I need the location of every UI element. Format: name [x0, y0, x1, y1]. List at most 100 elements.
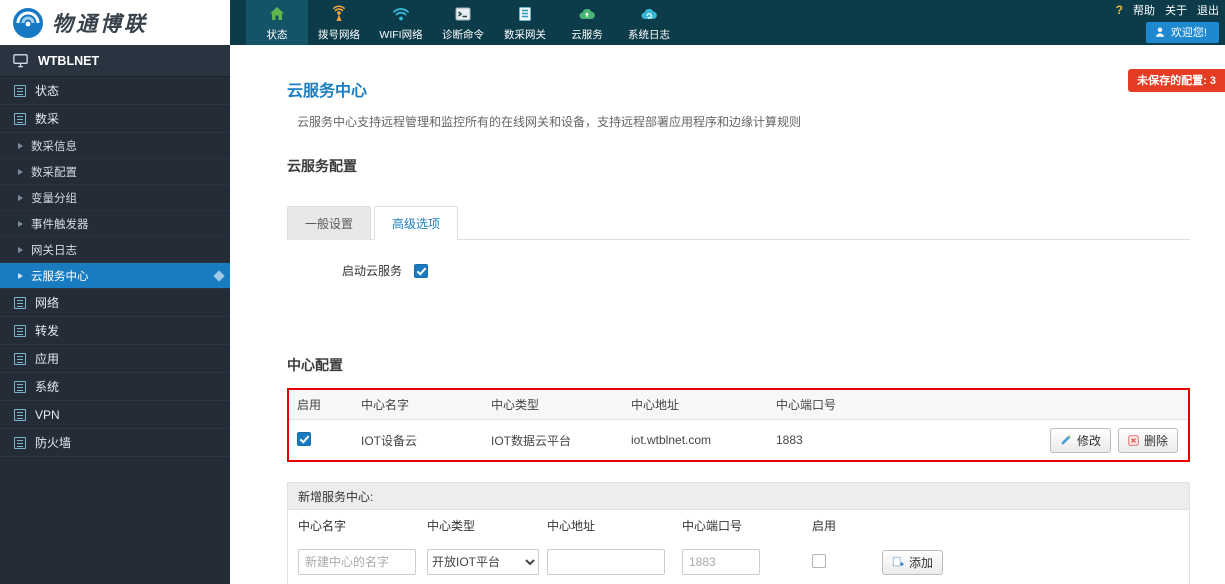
- center-table-header-row: 启用 中心名字 中心类型 中心地址 中心端口号: [289, 390, 1188, 420]
- nav-item-label: 数采网关: [504, 27, 546, 42]
- tab-advanced-options[interactable]: 高级选项: [374, 206, 458, 240]
- pencil-icon: [1060, 434, 1072, 446]
- sidebar-item-cloud-service-center[interactable]: 云服务中心: [0, 263, 230, 289]
- gateway-icon: [515, 4, 535, 24]
- about-link[interactable]: 关于: [1165, 2, 1187, 18]
- sidebar-item-status[interactable]: 状态: [0, 77, 230, 105]
- caret-right-icon: [18, 247, 23, 253]
- list-icon: [14, 409, 26, 421]
- new-center-enable-checkbox[interactable]: [812, 554, 826, 568]
- row-enable-checkbox[interactable]: [297, 432, 311, 446]
- sidebar-item-network[interactable]: 网络: [0, 289, 230, 317]
- nav-item-label: 云服务: [571, 27, 603, 42]
- add-center-title: 新增服务中心:: [288, 482, 1189, 510]
- sidebar-item-label: 数采: [35, 110, 59, 127]
- edit-button-label: 修改: [1077, 432, 1101, 449]
- sidebar-item-label: 网络: [35, 294, 59, 311]
- new-center-address-input[interactable]: [547, 549, 665, 575]
- delete-button-label: 删除: [1144, 432, 1168, 449]
- unsaved-config-badge[interactable]: 未保存的配置: 3: [1128, 69, 1225, 92]
- terminal-icon: [453, 4, 473, 24]
- list-icon: [14, 325, 26, 337]
- sidebar-item-label: VPN: [35, 408, 60, 422]
- nav-item-system-log[interactable]: 系统日志: [618, 0, 680, 45]
- sidebar-item-label: 数采配置: [31, 164, 77, 180]
- caret-right-icon: [18, 221, 23, 227]
- dial-network-icon: [329, 4, 349, 24]
- sidebar-item-firewall[interactable]: 防火墙: [0, 429, 230, 457]
- add-label-enable: 启用: [812, 517, 882, 534]
- nav-item-label: 系统日志: [628, 27, 670, 42]
- sidebar-item-system[interactable]: 系统: [0, 373, 230, 401]
- col-header-type: 中心类型: [491, 396, 631, 413]
- sidebar-item-variable-group[interactable]: 变量分组: [0, 185, 230, 211]
- sidebar-item-data-info[interactable]: 数采信息: [0, 133, 230, 159]
- sidebar-item-label: 事件触发器: [31, 216, 89, 232]
- add-center-labels-row: 中心名字 中心类型 中心地址 中心端口号 启用: [288, 510, 1189, 540]
- caret-right-icon: [18, 195, 23, 201]
- tab-general-settings[interactable]: 一般设置: [287, 206, 371, 240]
- sidebar-item-application[interactable]: 应用: [0, 345, 230, 373]
- list-icon: [14, 85, 26, 97]
- col-header-port: 中心端口号: [776, 396, 1178, 413]
- sidebar-item-label: 转发: [35, 322, 59, 339]
- page-title: 云服务中心: [287, 77, 1190, 101]
- sidebar-item-event-trigger[interactable]: 事件触发器: [0, 211, 230, 237]
- sidebar-item-label: 变量分组: [31, 190, 77, 206]
- welcome-badge[interactable]: 欢迎您!: [1146, 22, 1219, 43]
- brand-name: 物通博联: [52, 8, 148, 38]
- help-question-icon: ?: [1116, 3, 1123, 17]
- list-icon: [14, 113, 26, 125]
- monitor-icon: [12, 52, 29, 69]
- delete-x-icon: [1128, 435, 1139, 446]
- sidebar-item-data-collection[interactable]: 数采: [0, 105, 230, 133]
- cloud-config-section-title: 云服务配置: [287, 156, 1190, 176]
- nav-item-label: 诊断命令: [442, 27, 484, 42]
- add-button[interactable]: 添加: [882, 550, 943, 575]
- nav-item-diagnostic-command[interactable]: 诊断命令: [432, 0, 494, 45]
- top-header: 物通博联 状态 拨号网络 WIFI网络 诊断命令: [0, 0, 1225, 45]
- sidebar-item-vpn[interactable]: VPN: [0, 401, 230, 429]
- nav-item-data-gateway[interactable]: 数采网关: [494, 0, 556, 45]
- sidebar-item-label: 数采信息: [31, 138, 77, 154]
- nav-item-dial-network[interactable]: 拨号网络: [308, 0, 370, 45]
- help-link[interactable]: 帮助: [1133, 2, 1155, 18]
- row-center-name: IOT设备云: [361, 432, 491, 449]
- header-links: ? 帮助 关于 退出: [1116, 2, 1219, 18]
- add-label-type: 中心类型: [427, 517, 547, 534]
- sidebar-item-forwarding[interactable]: 转发: [0, 317, 230, 345]
- nav-item-cloud-service[interactable]: 云服务: [556, 0, 618, 45]
- add-label-port: 中心端口号: [682, 517, 812, 534]
- new-center-name-input[interactable]: [298, 549, 416, 575]
- sidebar-item-label: 状态: [35, 82, 59, 99]
- header-right: ? 帮助 关于 退出 欢迎您!: [1116, 0, 1225, 45]
- nav-item-label: 状态: [267, 27, 288, 42]
- new-center-port-input[interactable]: [682, 549, 760, 575]
- center-config-section-title: 中心配置: [287, 355, 1190, 375]
- sidebar-item-label: 系统: [35, 378, 59, 395]
- add-plus-icon: [892, 556, 904, 568]
- center-config-table-highlight: 启用 中心名字 中心类型 中心地址 中心端口号 IOT设备云 IOT数据云平台 …: [287, 388, 1190, 462]
- sidebar-item-gateway-log[interactable]: 网关日志: [0, 237, 230, 263]
- enable-cloud-checkbox[interactable]: [414, 264, 428, 278]
- sidebar-device-title: WTBLNET: [0, 45, 230, 77]
- add-button-label: 添加: [909, 554, 933, 571]
- nav-item-wifi-network[interactable]: WIFI网络: [370, 0, 432, 45]
- list-icon: [14, 381, 26, 393]
- col-header-enable: 启用: [297, 396, 361, 413]
- settings-tabs: 一般设置 高级选项: [287, 206, 1190, 240]
- new-center-type-select[interactable]: 开放IOT平台: [427, 549, 539, 575]
- table-row: IOT设备云 IOT数据云平台 iot.wtblnet.com 1883 修改 …: [289, 420, 1188, 460]
- row-center-type: IOT数据云平台: [491, 432, 631, 449]
- edit-button[interactable]: 修改: [1050, 428, 1111, 453]
- delete-button[interactable]: 删除: [1118, 428, 1178, 453]
- sidebar-item-data-config[interactable]: 数采配置: [0, 159, 230, 185]
- list-icon: [14, 297, 26, 309]
- cloud-icon: [577, 4, 597, 24]
- top-nav: 状态 拨号网络 WIFI网络 诊断命令 数采网关: [246, 0, 680, 45]
- nav-item-status[interactable]: 状态: [246, 0, 308, 45]
- user-icon: [1154, 26, 1166, 38]
- row-center-address: iot.wtblnet.com: [631, 433, 776, 447]
- logout-link[interactable]: 退出: [1197, 2, 1219, 18]
- add-center-inputs-row: 开放IOT平台 添加: [288, 540, 1189, 584]
